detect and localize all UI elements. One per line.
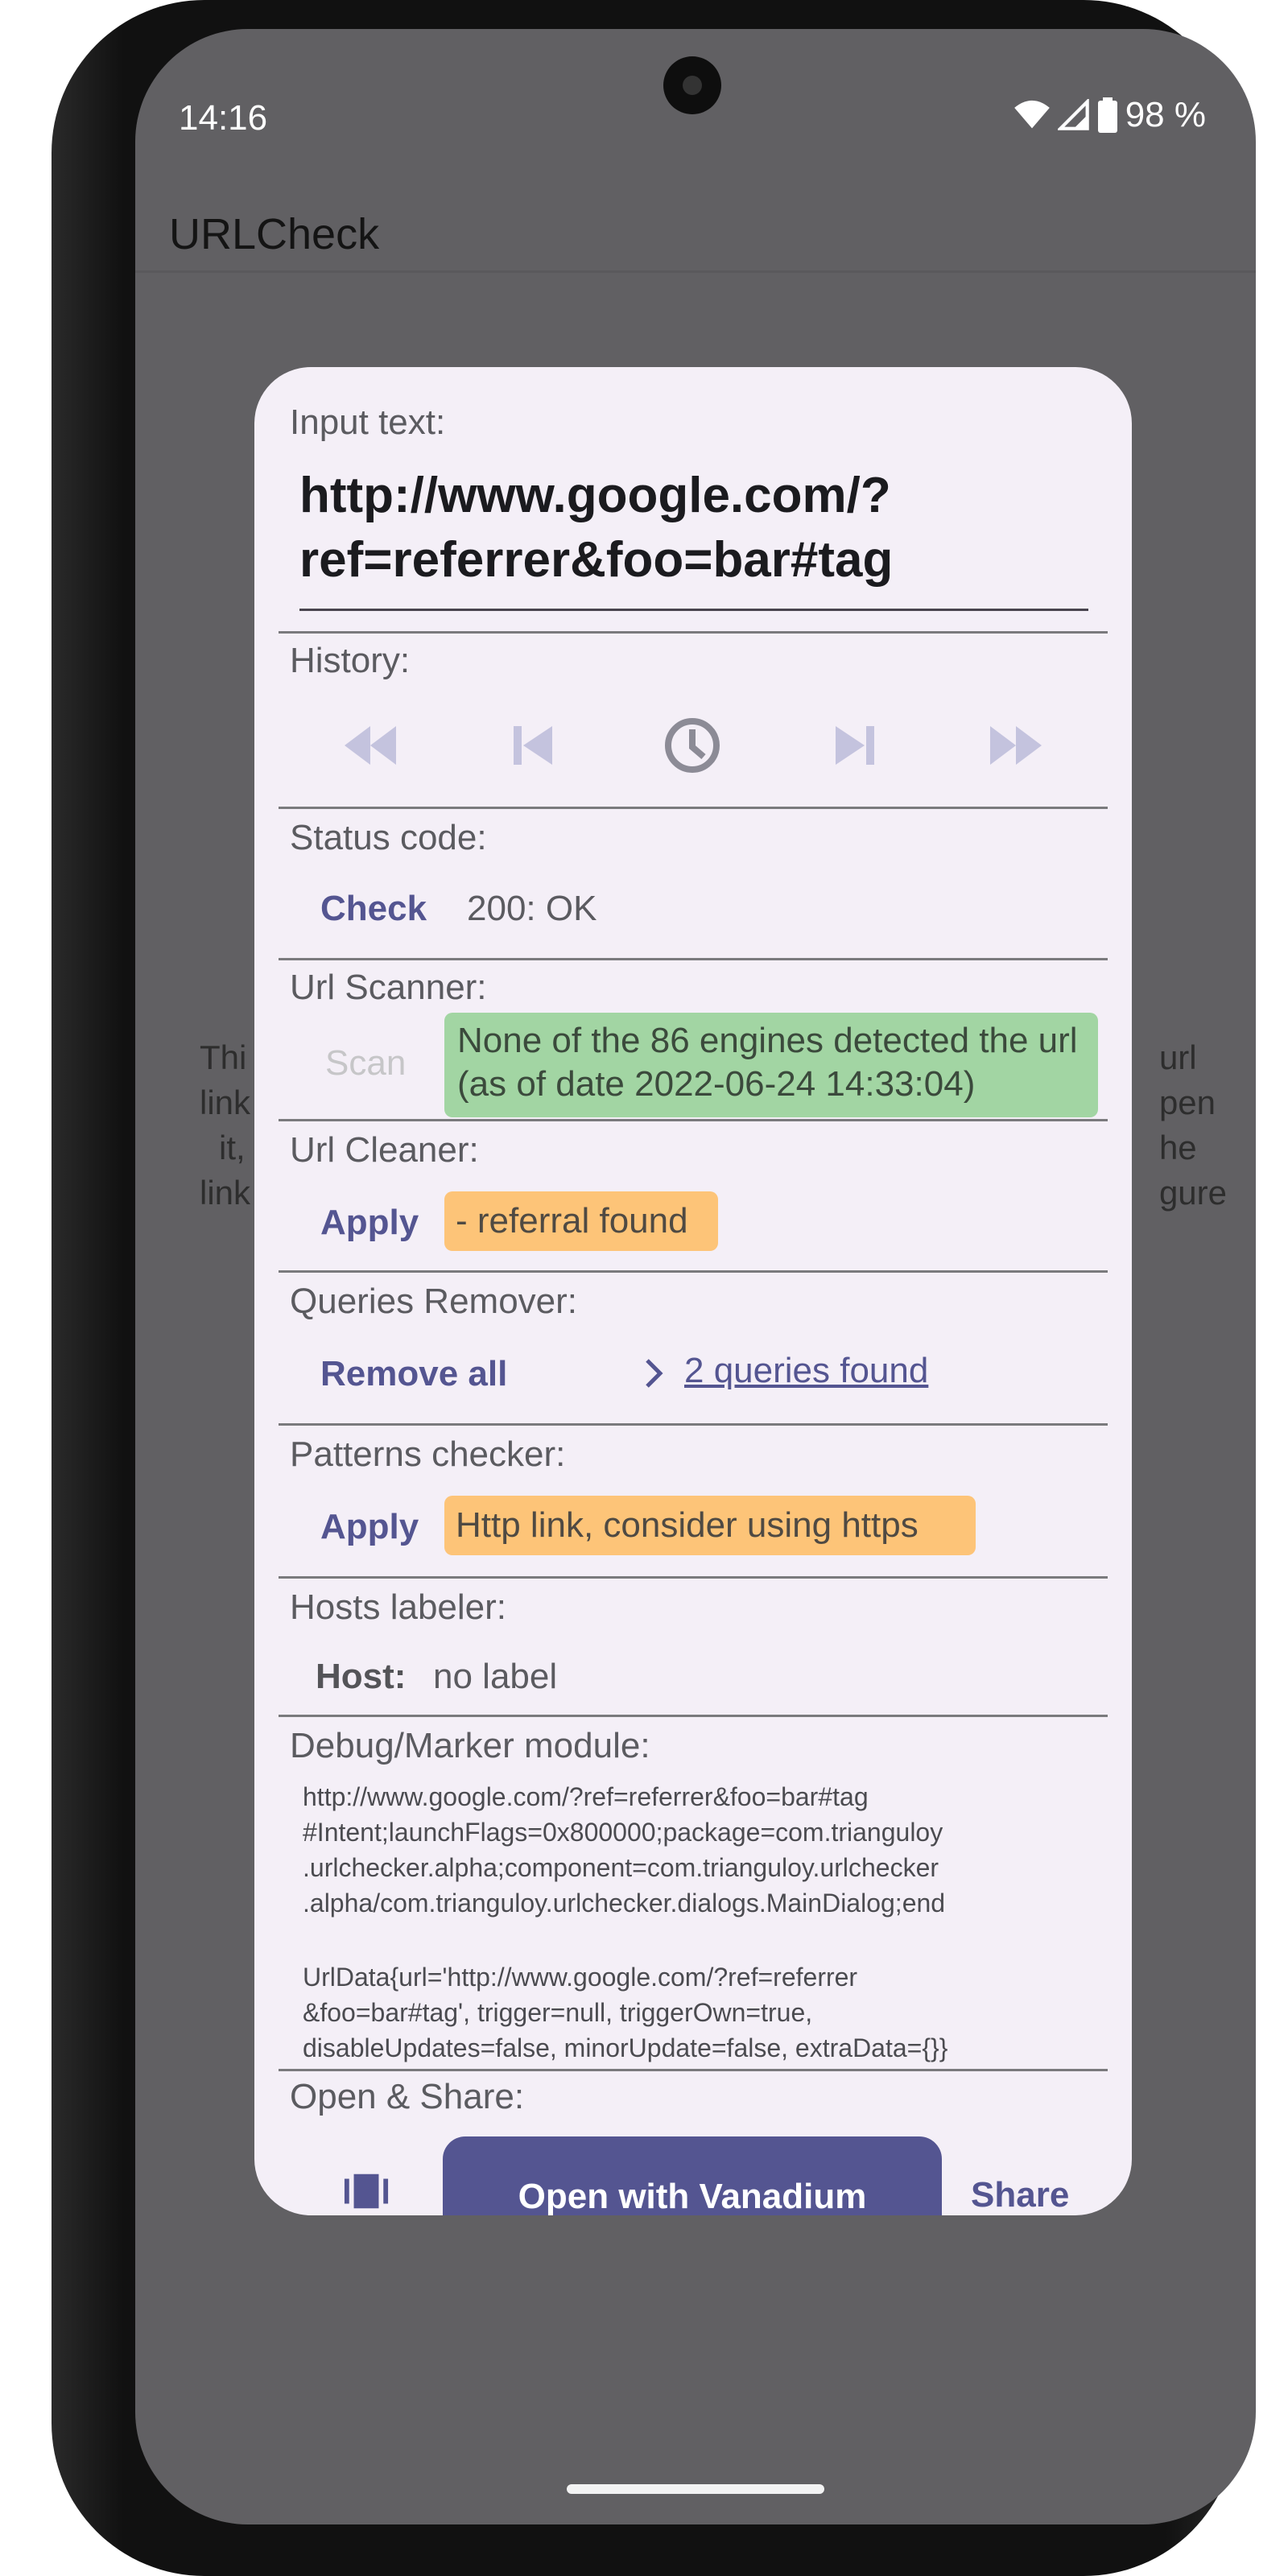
bg-line: link bbox=[200, 1174, 251, 1212]
battery-percent: 98 % bbox=[1125, 95, 1206, 134]
input-underline bbox=[299, 609, 1088, 611]
front-camera bbox=[663, 56, 721, 114]
debug-intent-text: http://www.google.com/?ref=referrer&foo=… bbox=[303, 1782, 946, 1918]
bg-line: gure bbox=[1158, 1174, 1227, 1212]
bg-line: pen bbox=[1158, 1084, 1216, 1121]
status-code-label: Status code: bbox=[290, 818, 487, 857]
bg-line: it, bbox=[219, 1129, 246, 1166]
divider bbox=[279, 807, 1108, 809]
wifi-icon bbox=[1013, 100, 1050, 129]
app-switch-icon[interactable] bbox=[343, 2170, 390, 2212]
bg-line: link bbox=[200, 1084, 251, 1121]
divider bbox=[279, 1576, 1108, 1579]
screen: 14:16 98 % URLCheck Thi link it, link ur… bbox=[135, 29, 1256, 2524]
apply-pattern-button[interactable]: Apply bbox=[320, 1507, 419, 1547]
bg-line: he bbox=[1158, 1129, 1197, 1166]
home-indicator[interactable] bbox=[567, 2484, 824, 2494]
url-cleaner-label: Url Cleaner: bbox=[290, 1130, 479, 1170]
debug-label: Debug/Marker module: bbox=[290, 1726, 650, 1765]
scan-result-chip: None of the 86 engines detected the url … bbox=[444, 1013, 1098, 1117]
fast-forward-icon[interactable] bbox=[984, 713, 1048, 778]
share-button[interactable]: Share bbox=[971, 2175, 1069, 2215]
debug-urldata-text: UrlData{url='http://www.google.com/?ref=… bbox=[303, 1963, 948, 2062]
bg-line: Thi bbox=[200, 1038, 247, 1076]
app-bar: URLCheck bbox=[135, 150, 1256, 270]
chevron-right-icon[interactable] bbox=[642, 1356, 667, 1391]
battery-icon bbox=[1097, 97, 1117, 133]
hosts-labeler-label: Hosts labeler: bbox=[290, 1587, 507, 1627]
apply-cleaner-button[interactable]: Apply bbox=[320, 1203, 419, 1243]
cleaner-result-chip: - referral found bbox=[444, 1191, 718, 1251]
status-time: 14:16 bbox=[179, 98, 268, 138]
background-text-left: Thi link it, link bbox=[200, 1035, 250, 1216]
remove-all-button[interactable]: Remove all bbox=[320, 1354, 507, 1394]
phone-frame: 14:16 98 % URLCheck Thi link it, link ur… bbox=[52, 0, 1256, 2576]
host-value: no label bbox=[433, 1657, 558, 1696]
host-key: Host: bbox=[316, 1657, 407, 1696]
bg-line: url bbox=[1158, 1038, 1197, 1076]
skip-previous-icon[interactable] bbox=[501, 713, 565, 778]
divider bbox=[279, 1270, 1108, 1273]
status-code-result: 200: OK bbox=[467, 889, 597, 928]
patterns-checker-label: Patterns checker: bbox=[290, 1435, 566, 1474]
pattern-result-chip: Http link, consider using https bbox=[444, 1496, 976, 1555]
skip-next-icon[interactable] bbox=[823, 713, 887, 778]
rewind-icon[interactable] bbox=[338, 713, 402, 778]
input-label: Input text: bbox=[290, 402, 446, 442]
history-icon[interactable] bbox=[660, 713, 724, 778]
divider bbox=[279, 2069, 1108, 2071]
app-title: URLCheck bbox=[169, 210, 380, 258]
signal-icon bbox=[1057, 99, 1089, 130]
open-with-button[interactable]: Open with Vanadium bbox=[443, 2136, 942, 2215]
divider bbox=[279, 631, 1108, 634]
url-input[interactable]: http://www.google.com/?ref=referrer&foo=… bbox=[299, 464, 1072, 592]
queries-remover-label: Queries Remover: bbox=[290, 1282, 578, 1321]
divider bbox=[279, 958, 1108, 960]
history-label: History: bbox=[290, 641, 411, 680]
queries-found-link[interactable]: 2 queries found bbox=[684, 1351, 928, 1391]
scan-button[interactable]: Scan bbox=[325, 1043, 406, 1084]
url-scanner-label: Url Scanner: bbox=[290, 968, 487, 1007]
main-dialog: Input text: http://www.google.com/?ref=r… bbox=[254, 367, 1132, 2215]
status-icons: 98 % bbox=[1013, 95, 1206, 135]
check-button[interactable]: Check bbox=[320, 889, 427, 929]
background-text-right: url pen he gure bbox=[1159, 1035, 1227, 1216]
divider bbox=[279, 1715, 1108, 1717]
open-share-label: Open & Share: bbox=[290, 2077, 525, 2116]
divider bbox=[279, 1423, 1108, 1426]
app-bar-divider bbox=[135, 270, 1256, 273]
divider bbox=[279, 1119, 1108, 1121]
